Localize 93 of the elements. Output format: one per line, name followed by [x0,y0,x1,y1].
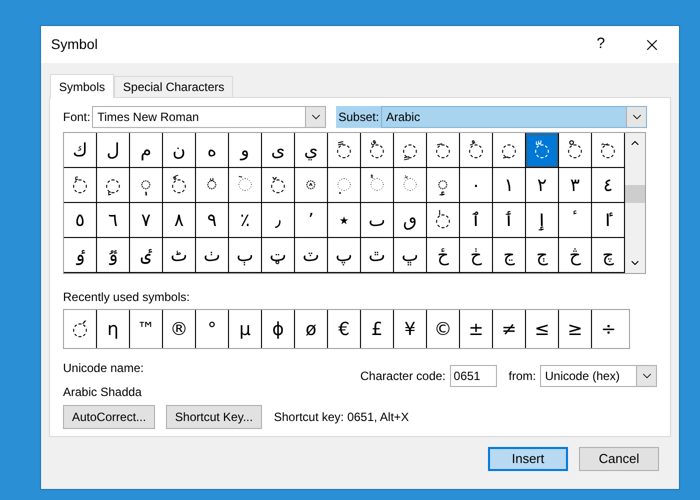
symbol-cell[interactable]: ◌ٓ [592,133,625,168]
symbol-cell[interactable]: ◌ٗ [163,168,196,203]
symbol-cell[interactable]: ٱ [460,203,493,238]
symbol-cell[interactable]: ٯ [394,203,427,238]
symbol-cell[interactable]: ٿ [361,238,394,273]
symbol-cell[interactable]: ٷ [97,238,130,273]
symbol-cell[interactable]: ٪ [229,203,262,238]
unicode-name-label: Unicode name: [63,360,145,377]
symbol-cell[interactable]: ◌َ [427,133,460,168]
symbol-cell[interactable]: ◌ٍ [394,133,427,168]
symbol-cell[interactable]: م [130,133,163,168]
symbol-cell[interactable]: و [229,133,262,168]
symbol-cell[interactable]: ي [295,133,328,168]
symbol-cell[interactable]: ٭ [328,203,361,238]
symbol-cell[interactable]: ٸ [130,238,163,273]
subset-label: Subset: [337,109,380,126]
symbol-cell[interactable]: ◌ً [328,133,361,168]
symbol-cell[interactable]: ◌ٞ [394,168,427,203]
symbol-cell[interactable]: ٣ [559,168,592,203]
symbol-cell[interactable]: ◌ٚ [262,168,295,203]
action-button[interactable]: Insert [488,447,568,471]
symbol-cell[interactable]: ◌ٔ [64,168,97,203]
shortcut-key-text: Shortcut key: 0651, Alt+X [274,409,409,426]
from-dropdown[interactable]: Unicode (hex) [540,365,657,387]
symbol-cell[interactable]: ٫ [262,203,295,238]
scrollbar[interactable] [625,133,645,273]
symbol-cell[interactable]: ◌ٛ [295,168,328,203]
dialog-button[interactable]: AutoCorrect... [63,405,156,429]
symbol-cell[interactable]: چ [592,238,625,273]
symbol-cell[interactable]: ڃ [493,238,526,273]
symbol-cell[interactable]: ٬ [295,203,328,238]
subset-dropdown[interactable]: Arabic [381,106,648,128]
symbol-cell[interactable]: ◌ٰ [427,203,460,238]
symbol-cell[interactable]: ل [97,133,130,168]
symbol-cell[interactable]: څ [559,238,592,273]
symbol-cell[interactable]: ◌٘ [196,168,229,203]
symbol-cell[interactable]: ◌ُ [460,133,493,168]
symbol-cell[interactable]: ◌ٖ [130,168,163,203]
symbol-cell[interactable]: ك [64,133,97,168]
symbol-cell[interactable]: ٮ [361,203,394,238]
symbol-cell[interactable]: ٤ [592,168,625,203]
recent-symbols-label: Recently used symbols: [63,289,191,306]
symbol-cell[interactable]: ٧ [130,203,163,238]
symbol-cell[interactable]: ٽ [295,238,328,273]
symbol-cell[interactable]: ٵ [592,203,625,238]
tab[interactable]: Symbols [50,74,114,98]
dropdown-button[interactable] [636,366,656,386]
unicode-name-value: Arabic Shadda [63,384,143,401]
symbol-cell[interactable]: ٳ [526,203,559,238]
symbol-cell[interactable]: ځ [427,238,460,273]
symbol-cell[interactable]: ٥ [64,203,97,238]
symbol-cell[interactable]: ٹ [163,238,196,273]
symbol-cell[interactable]: ه [196,133,229,168]
symbol-cell[interactable]: ◌ٝ [361,168,394,203]
symbol-cell[interactable]: ◌ْ [559,133,592,168]
help-button[interactable]: ? [596,33,605,56]
window-title: Symbol [51,35,99,54]
symbol-cell[interactable]: ڄ [526,238,559,273]
symbol-cell[interactable]: ٲ [493,203,526,238]
symbol-cell[interactable]: ٠ [460,168,493,203]
character-code-label: Character code: [360,368,446,385]
symbol-cell[interactable]: ى [262,133,295,168]
symbol-cell[interactable]: ڂ [460,238,493,273]
symbol-cell[interactable]: ◌ٙ [229,168,262,203]
symbol-cell[interactable]: ◌ٜ [328,168,361,203]
symbol-cell[interactable]: ن [163,133,196,168]
action-button[interactable]: Cancel [579,447,659,471]
font-label: Font: [63,109,90,126]
tab[interactable]: Special Characters [114,76,234,97]
symbol-cell[interactable]: ٴ [559,203,592,238]
symbol-cell[interactable]: ◌ِ [493,133,526,168]
from-label: from: [508,368,536,385]
symbol-cell[interactable]: ٢ [526,168,559,203]
symbol-cell[interactable]: ◌ٟ [427,168,460,203]
character-code-field[interactable]: 0651 [450,365,497,387]
symbol-cell[interactable]: ڀ [394,238,427,273]
symbol-cell[interactable]: ټ [262,238,295,273]
dialog-button[interactable]: Shortcut Key... [166,405,262,429]
scrollbar-thumb[interactable] [625,185,645,203]
symbol-cell[interactable]: ٶ [64,238,97,273]
symbol-cell[interactable]: پ [328,238,361,273]
symbol-cell[interactable]: ◌ٌ [361,133,394,168]
symbol-cell[interactable]: ٺ [196,238,229,273]
symbol-cell[interactable]: ٩ [196,203,229,238]
symbol-cell[interactable]: ٻ [229,238,262,273]
symbol-cell[interactable]: ◌ّ [526,133,559,168]
dropdown-button[interactable] [305,107,326,127]
font-dropdown[interactable]: Times New Roman [92,106,326,128]
symbol-cell[interactable]: ١ [493,168,526,203]
symbol-cell[interactable]: ٦ [97,203,130,238]
symbol-cell[interactable]: ◌ٕ [97,168,130,203]
symbol-cell[interactable]: ٨ [163,203,196,238]
dropdown-button[interactable] [626,107,646,127]
